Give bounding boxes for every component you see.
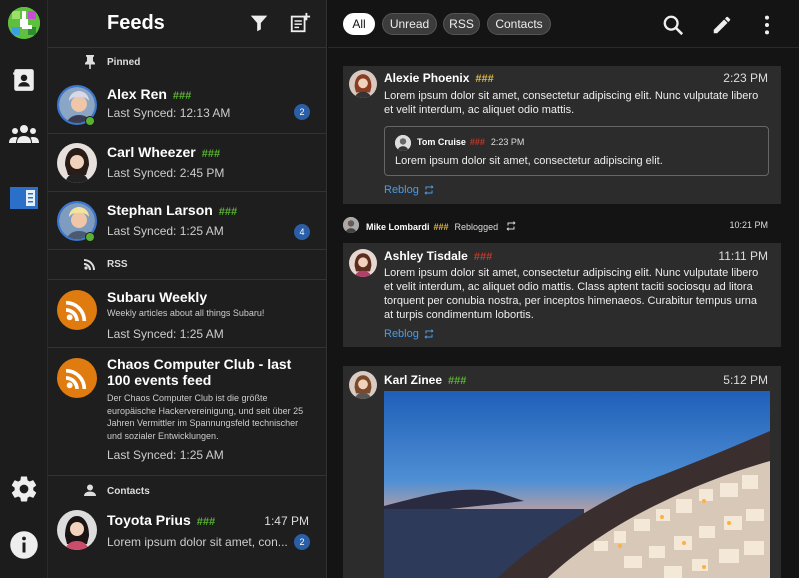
section-contacts: Contacts	[48, 476, 326, 506]
last-synced: Last Synced: 2:45 PM	[107, 166, 225, 180]
last-synced: Last Synced: 1:25 AM	[107, 224, 224, 238]
post-author: Karl Zinee ###	[384, 373, 467, 387]
avatar	[57, 143, 97, 183]
contacts-card-icon[interactable]	[6, 62, 42, 98]
post-body: Lorem ipsum dolor sit amet, consectetur …	[384, 267, 759, 321]
quote-time: 2:23 PM	[490, 137, 525, 147]
reblog-author: Mike Lombardi ### Reblogged	[366, 220, 517, 232]
app-logo[interactable]	[8, 7, 40, 39]
panel-title: Feeds	[107, 12, 165, 34]
unread-badge: 2	[294, 534, 310, 550]
feed-description: Weekly articles about all things Subaru!	[107, 308, 265, 318]
hash-tag: ###	[172, 90, 192, 102]
hash-tag: ###	[201, 148, 221, 160]
hash-tag: ###	[469, 137, 485, 147]
hash-tag: ###	[433, 222, 449, 232]
unread-badge: 2	[294, 104, 310, 120]
section-label: Contacts	[107, 485, 150, 497]
repeat-icon	[424, 185, 434, 195]
feed-item-subaru-weekly[interactable]: Subaru Weekly Weekly articles about all …	[48, 280, 326, 348]
filter-chip-unread[interactable]: Unread	[382, 13, 437, 35]
post-time: 5:12 PM	[723, 373, 768, 387]
info-icon[interactable]	[6, 527, 42, 563]
feed-name: Carl Wheezer ###	[107, 144, 221, 160]
rss-feed-icon	[57, 290, 97, 330]
section-label: RSS	[107, 259, 128, 270]
settings-gear-icon[interactable]	[6, 471, 42, 507]
rss-feed-icon	[57, 358, 97, 398]
filter-chip-contacts[interactable]: Contacts	[487, 13, 551, 35]
search-icon[interactable]	[662, 14, 684, 36]
message-time: 1:47 PM	[264, 514, 309, 528]
reblog-button[interactable]: Reblog	[384, 328, 435, 340]
feed-item-alex-ren[interactable]: Alex Ren ### Last Synced: 12:13 AM 2	[48, 76, 326, 134]
avatar	[395, 135, 411, 151]
unread-badge: 4	[294, 224, 310, 240]
repeat-icon	[506, 221, 516, 231]
compose-pencil-icon[interactable]	[711, 14, 733, 36]
pin-icon	[84, 55, 98, 69]
nav-rail	[0, 0, 48, 578]
timeline-toolbar: All Unread RSS Contacts	[328, 0, 799, 48]
feed-name: Stephan Larson ###	[107, 202, 238, 218]
hash-tag: ###	[196, 516, 216, 528]
hash-tag: ###	[448, 375, 467, 387]
quoted-post[interactable]: Tom Cruise ### 2:23 PM Lorem ipsum dolor s…	[384, 126, 769, 176]
hash-tag: ###	[473, 251, 493, 263]
section-pinned: Pinned	[48, 48, 326, 76]
post-body: Lorem ipsum dolor sit amet, consectetur …	[384, 90, 759, 116]
feed-item-stephan-larson[interactable]: Stephan Larson ### Last Synced: 1:25 AM 4	[48, 192, 326, 250]
post-time: 11:11 PM	[718, 249, 768, 263]
post-card: Alexie Phoenix ### 2:23 PM Lorem ipsum do…	[343, 66, 781, 204]
avatar	[343, 217, 359, 233]
person-icon	[84, 484, 98, 498]
hash-tag: ###	[218, 206, 238, 218]
feed-reader-icon[interactable]	[6, 180, 42, 216]
online-indicator	[85, 116, 95, 126]
feed-name: Chaos Computer Club - last 100 events fe…	[107, 356, 292, 388]
group-icon[interactable]	[6, 116, 42, 152]
timeline: All Unread RSS Contacts Alexie Phoenix ##…	[328, 0, 799, 578]
repeat-icon	[424, 329, 434, 339]
post-time: 2:23 PM	[723, 71, 768, 85]
more-vertical-icon[interactable]	[756, 14, 778, 36]
post-card: Karl Zinee ### 5:12 PM	[343, 366, 781, 578]
feed-item-toyota-prius[interactable]: Toyota Prius ### 1:47 PM Lorem ipsum dolo…	[48, 506, 326, 566]
feed-name: Alex Ren ###	[107, 86, 192, 102]
quote-body: Lorem ipsum dolor sit amet, consectetur …	[395, 155, 663, 167]
last-synced: Last Synced: 12:13 AM	[107, 106, 231, 120]
hash-tag: ###	[475, 73, 494, 85]
feed-item-chaos-computer-club[interactable]: Chaos Computer Club - last 100 events fe…	[48, 348, 326, 476]
reblog-button[interactable]: Reblog	[384, 184, 435, 196]
feed-item-carl-wheezer[interactable]: Carl Wheezer ### Last Synced: 2:45 PM	[48, 134, 326, 192]
last-synced: Last Synced: 1:25 AM	[107, 327, 224, 341]
section-rss: RSS	[48, 250, 326, 280]
feeds-panel: Feeds Pinned Alex Ren ### Last Synced: 12…	[48, 0, 327, 578]
section-label: Pinned	[107, 56, 141, 68]
rss-small-icon	[84, 258, 98, 272]
avatar	[349, 371, 377, 399]
reblog-time: 10:21 PM	[729, 220, 768, 230]
feed-name: Toyota Prius ###	[107, 512, 216, 528]
reblogged-label: Reblogged	[454, 222, 499, 232]
last-synced: Last Synced: 1:25 AM	[107, 448, 224, 462]
quote-author: Tom Cruise ### 2:23 PM	[417, 137, 525, 147]
feed-name: Subaru Weekly	[107, 289, 208, 305]
avatar	[57, 510, 97, 550]
message-preview: Lorem ipsum dolor sit amet, con...	[107, 535, 288, 549]
avatar	[349, 249, 377, 277]
feeds-header: Feeds	[48, 0, 326, 48]
filter-icon[interactable]	[248, 12, 272, 36]
reblogged-by-row: Mike Lombardi ### Reblogged 10:21 PM	[343, 216, 781, 234]
post-card: Ashley Tisdale ### 11:11 PM Lorem ipsum d…	[343, 243, 781, 347]
post-author: Ashley Tisdale ###	[384, 249, 493, 263]
post-author: Alexie Phoenix ###	[384, 71, 494, 85]
feed-description: Der Chaos Computer Club ist die größte e…	[107, 393, 304, 441]
avatar	[349, 70, 377, 98]
filter-chip-rss[interactable]: RSS	[443, 13, 480, 35]
post-image[interactable]	[384, 391, 770, 578]
new-feed-icon[interactable]	[289, 12, 313, 36]
online-indicator	[85, 232, 95, 242]
filter-chip-all[interactable]: All	[343, 13, 375, 35]
